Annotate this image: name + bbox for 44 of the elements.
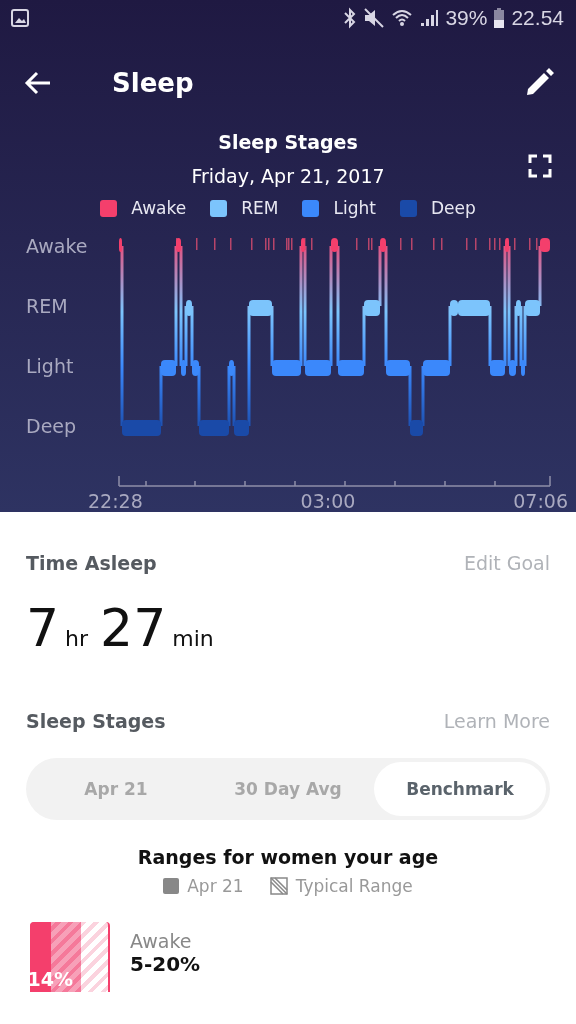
hours-unit: hr xyxy=(65,626,89,651)
segment-tab[interactable]: Apr 21 xyxy=(30,762,202,816)
legend-label: Light xyxy=(333,198,376,218)
stage-label: REM xyxy=(26,295,68,317)
time-label: 07:06 xyxy=(513,490,568,512)
minutes-unit: min xyxy=(172,626,214,651)
benchmark-title: Ranges for women your age xyxy=(136,846,440,868)
mute-icon xyxy=(363,8,386,28)
edit-button[interactable] xyxy=(524,68,554,98)
stage-label: Awake xyxy=(26,235,88,257)
screen-title: Sleep xyxy=(112,68,195,98)
hours-value: 7 xyxy=(26,598,60,658)
legend-label: Apr 21 xyxy=(187,876,244,896)
time-label: 03:00 xyxy=(300,490,356,512)
stage-name: Awake xyxy=(130,930,193,952)
learn-more-link[interactable]: Learn More xyxy=(443,710,550,732)
solid-swatch-icon xyxy=(163,878,180,894)
value-label: 14% xyxy=(30,968,74,990)
stage-label: Deep xyxy=(26,415,77,437)
edit-goal-link[interactable]: Edit Goal xyxy=(463,552,550,574)
legend-label: Deep xyxy=(430,198,476,218)
signal-icon xyxy=(419,8,440,28)
legend-label: REM xyxy=(241,198,279,218)
bluetooth-icon xyxy=(343,7,358,29)
section-title: Sleep Stages xyxy=(26,710,166,732)
legend-label: Typical Range xyxy=(295,876,413,896)
chart-title: Sleep Stages xyxy=(218,130,358,154)
section-title: Time Asleep xyxy=(26,552,157,574)
battery-percent: 39% xyxy=(445,6,488,30)
segment-tab[interactable]: Benchmark xyxy=(374,762,546,816)
clock-time: 22.54 xyxy=(511,6,564,30)
segment-tab[interactable]: 30 Day Avg xyxy=(202,762,374,816)
hatched-swatch-icon xyxy=(269,877,288,895)
image-icon xyxy=(10,8,30,28)
typical-range: 5-20% xyxy=(130,952,201,976)
battery-icon xyxy=(493,7,506,29)
time-label: 22:28 xyxy=(88,490,143,512)
fullscreen-button[interactable] xyxy=(528,154,552,178)
legend-label: Awake xyxy=(131,198,187,218)
minutes-value: 27 xyxy=(100,598,167,658)
back-button[interactable] xyxy=(24,71,52,95)
wifi-icon xyxy=(391,7,414,29)
stage-label: Light xyxy=(26,355,74,377)
chart-date: Friday, Apr 21, 2017 xyxy=(191,164,385,188)
